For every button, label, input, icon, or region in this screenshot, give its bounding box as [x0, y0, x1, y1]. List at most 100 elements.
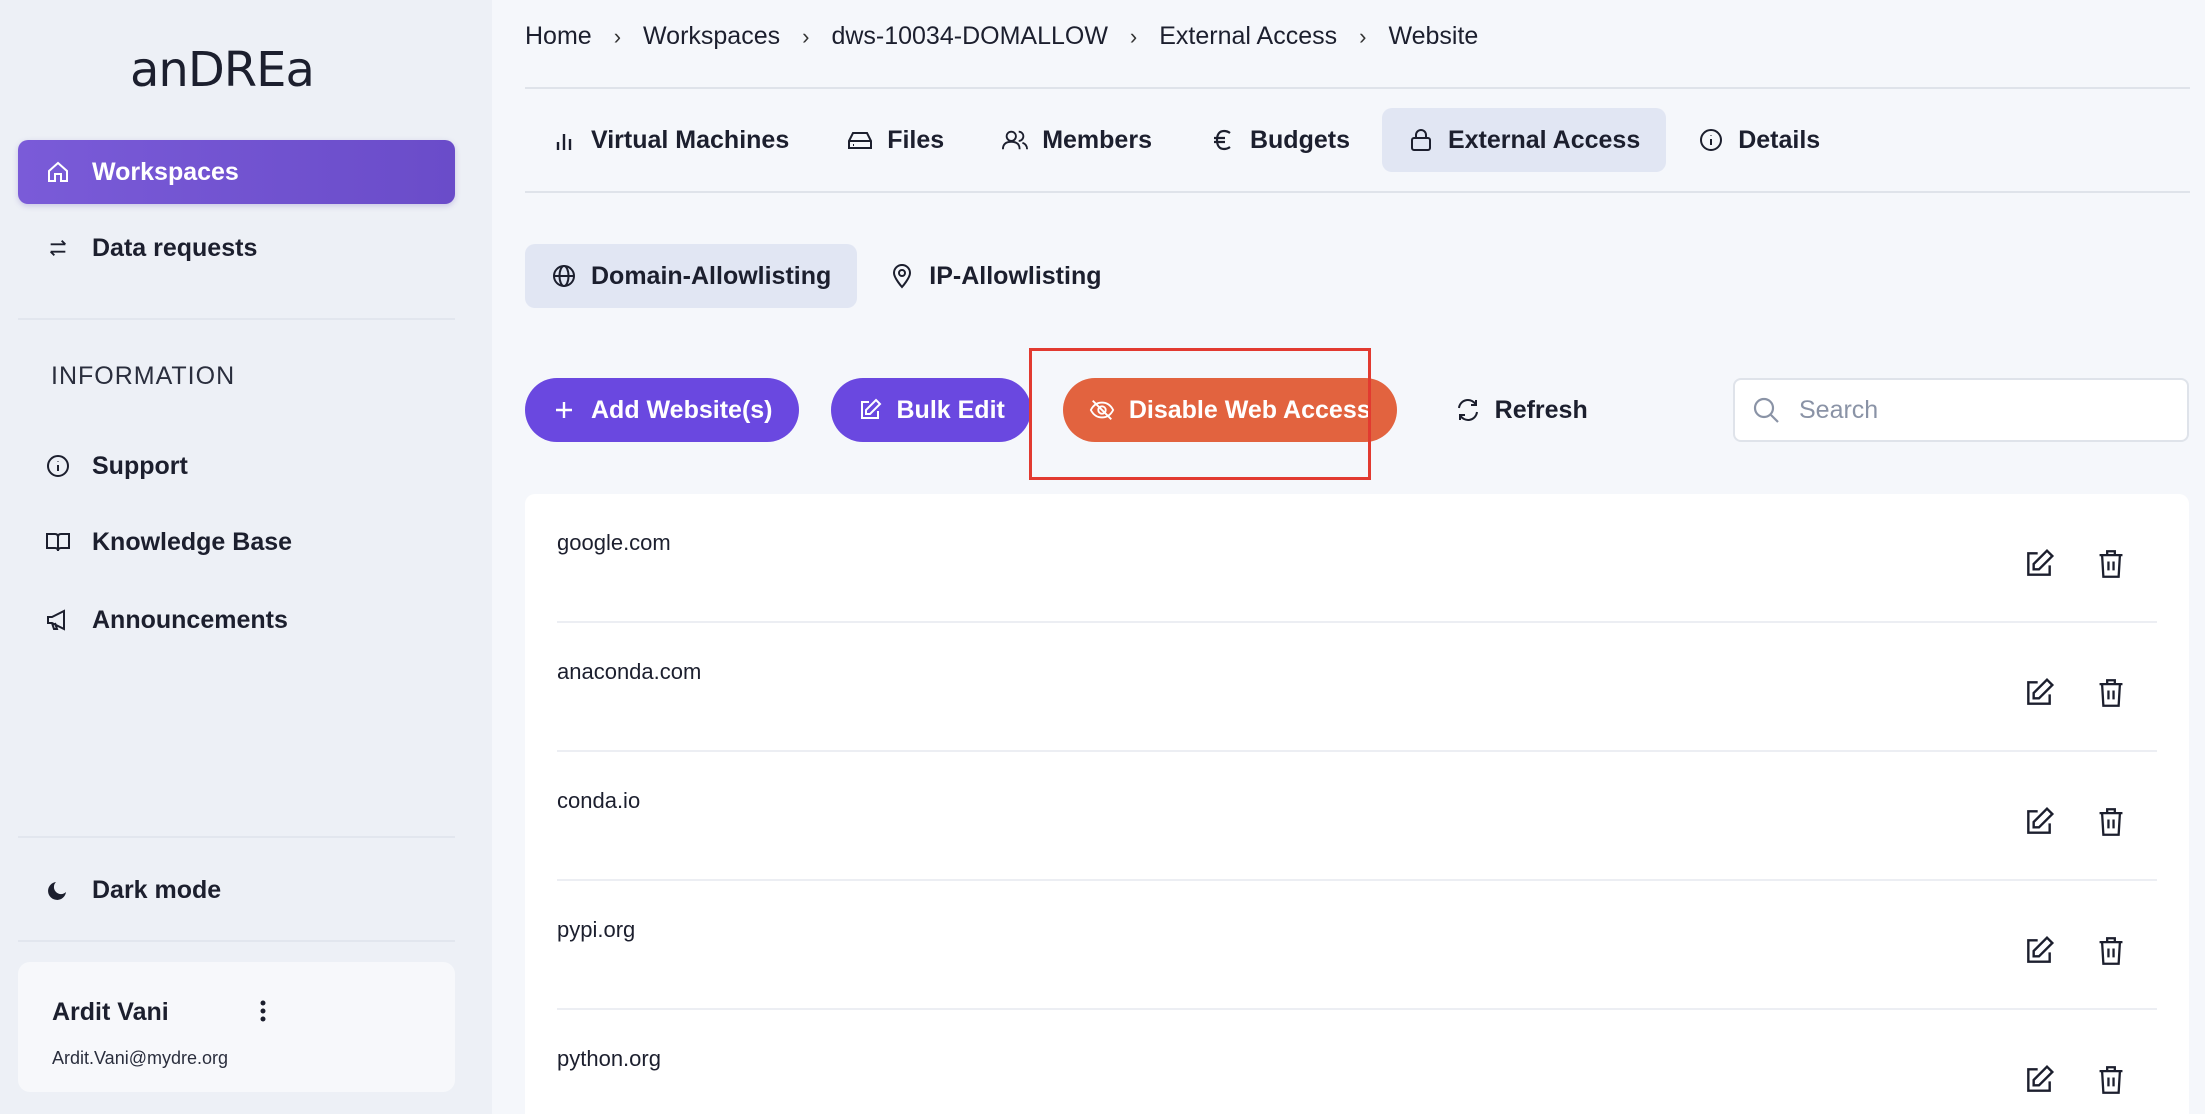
tab-external-access[interactable]: External Access [1381, 108, 1667, 172]
tab-details[interactable]: Details [1672, 108, 1846, 172]
refresh-icon [1455, 397, 1481, 423]
sidebar-divider [18, 940, 455, 942]
tab-members[interactable]: Members [976, 108, 1178, 172]
user-email: Ardit.Vani@mydre.org [52, 1048, 229, 1068]
breadcrumb-external-access[interactable]: External Access [1159, 22, 1337, 51]
domain-name: anaconda.com [557, 659, 702, 684]
refresh-label: Refresh [1494, 395, 1588, 424]
info-icon [44, 452, 72, 480]
breadcrumb: Home › Workspaces › dws-10034-DOMALLOW ›… [525, 22, 1478, 51]
tab-label: Virtual Machines [591, 125, 790, 154]
bulk-edit-label: Bulk Edit [896, 395, 1005, 424]
home-icon [44, 158, 72, 186]
trash-icon[interactable] [2093, 933, 2129, 969]
search-icon [1751, 395, 1781, 425]
tab-label: External Access [1447, 125, 1641, 154]
refresh-button[interactable]: Refresh [1429, 378, 1614, 442]
edit-icon [857, 397, 883, 423]
sidebar-item-label: Announcements [92, 605, 288, 634]
more-vertical-icon[interactable] [248, 996, 278, 1026]
list-item: python.org [557, 1010, 2157, 1114]
add-website-button[interactable]: Add Website(s) [525, 378, 799, 442]
section-title: INFORMATION [51, 362, 236, 390]
domain-name: pypi.org [557, 917, 636, 942]
chevron-right-icon: › [802, 23, 810, 49]
chevron-right-icon: › [1359, 23, 1367, 49]
moon-icon [44, 876, 72, 904]
add-website-label: Add Website(s) [591, 395, 773, 424]
bulk-edit-button[interactable]: Bulk Edit [830, 378, 1031, 442]
domain-name: google.com [557, 530, 671, 555]
workspace-tabs: Virtual Machines Files Members Budgets E… [525, 108, 1852, 172]
breadcrumb-workspace[interactable]: dws-10034-DOMALLOW [831, 22, 1107, 51]
drive-icon [847, 127, 873, 153]
tab-files[interactable]: Files [821, 108, 970, 172]
sidebar-item-data-requests[interactable]: Data requests [18, 216, 455, 280]
trash-icon[interactable] [2093, 804, 2129, 840]
euro-icon [1210, 127, 1236, 153]
map-pin-icon [889, 263, 915, 289]
user-card: Ardit Vani Ardit.Vani@mydre.org [18, 962, 455, 1092]
megaphone-icon [44, 606, 72, 634]
info-icon [1698, 127, 1724, 153]
subtab-label: Domain-Allowlisting [591, 261, 832, 290]
chevron-right-icon: › [1129, 23, 1138, 49]
dark-mode-toggle[interactable]: Dark mode [18, 858, 455, 922]
sidebar-item-label: Knowledge Base [92, 527, 293, 556]
sidebar-divider [18, 318, 455, 320]
tab-ip-allowlisting[interactable]: IP-Allowlisting [863, 244, 1127, 308]
tab-label: Details [1738, 125, 1821, 154]
trash-icon[interactable] [2093, 1062, 2129, 1098]
sidebar-item-knowledge-base[interactable]: Knowledge Base [18, 510, 455, 574]
breadcrumb-workspaces[interactable]: Workspaces [643, 22, 780, 51]
lock-icon [1408, 127, 1434, 153]
sidebar-item-workspaces[interactable]: Workspaces [18, 140, 455, 204]
breadcrumb-website: Website [1388, 22, 1479, 50]
divider [525, 87, 2190, 89]
edit-icon[interactable] [2021, 1062, 2057, 1098]
sidebar-item-support[interactable]: Support [18, 434, 455, 498]
list-item: google.com [557, 494, 2157, 623]
book-icon [44, 528, 72, 556]
highlight-box [1029, 348, 1371, 480]
edit-icon[interactable] [2021, 675, 2057, 711]
sidebar-item-label: Data requests [92, 233, 258, 262]
tab-label: Files [887, 125, 945, 154]
tab-virtual-machines[interactable]: Virtual Machines [525, 108, 815, 172]
sidebar: anDREa Workspaces Data requests INFORMAT… [0, 0, 492, 1114]
sidebar-item-label: Support [92, 451, 188, 480]
domain-list: google.com anaconda.com conda.io pypi.or… [525, 494, 2189, 1114]
chevron-right-icon: › [613, 23, 622, 49]
plus-icon [551, 397, 577, 423]
svg-text:anDREa: anDREa [130, 42, 314, 98]
edit-icon[interactable] [2021, 804, 2057, 840]
edit-icon[interactable] [2021, 933, 2057, 969]
tab-domain-allowlisting[interactable]: Domain-Allowlisting [525, 244, 858, 308]
sidebar-divider [18, 836, 455, 838]
sidebar-item-label: Workspaces [92, 157, 239, 186]
domain-name: conda.io [557, 788, 641, 813]
search-box [1733, 378, 2189, 442]
bar-chart-icon [551, 127, 577, 153]
subtab-label: IP-Allowlisting [929, 261, 1102, 290]
list-item: conda.io [557, 752, 2157, 881]
swap-arrows-icon [44, 234, 72, 262]
allowlisting-tabs: Domain-Allowlisting IP-Allowlisting [525, 244, 1134, 308]
domain-name: python.org [557, 1046, 661, 1071]
divider [525, 191, 2190, 193]
dark-mode-label: Dark mode [92, 875, 222, 904]
trash-icon[interactable] [2093, 675, 2129, 711]
trash-icon[interactable] [2093, 546, 2129, 582]
search-input[interactable] [1799, 395, 2159, 425]
edit-icon[interactable] [2021, 546, 2057, 582]
list-item: pypi.org [557, 881, 2157, 1010]
sidebar-item-announcements[interactable]: Announcements [18, 588, 455, 652]
breadcrumb-home[interactable]: Home [525, 22, 592, 51]
tab-label: Members [1042, 125, 1152, 154]
globe-icon [551, 263, 577, 289]
andrea-logo[interactable]: anDREa [130, 36, 342, 106]
tab-label: Budgets [1249, 125, 1350, 154]
users-icon [1002, 127, 1029, 153]
tab-budgets[interactable]: Budgets [1184, 108, 1376, 172]
list-item: anaconda.com [557, 623, 2157, 752]
